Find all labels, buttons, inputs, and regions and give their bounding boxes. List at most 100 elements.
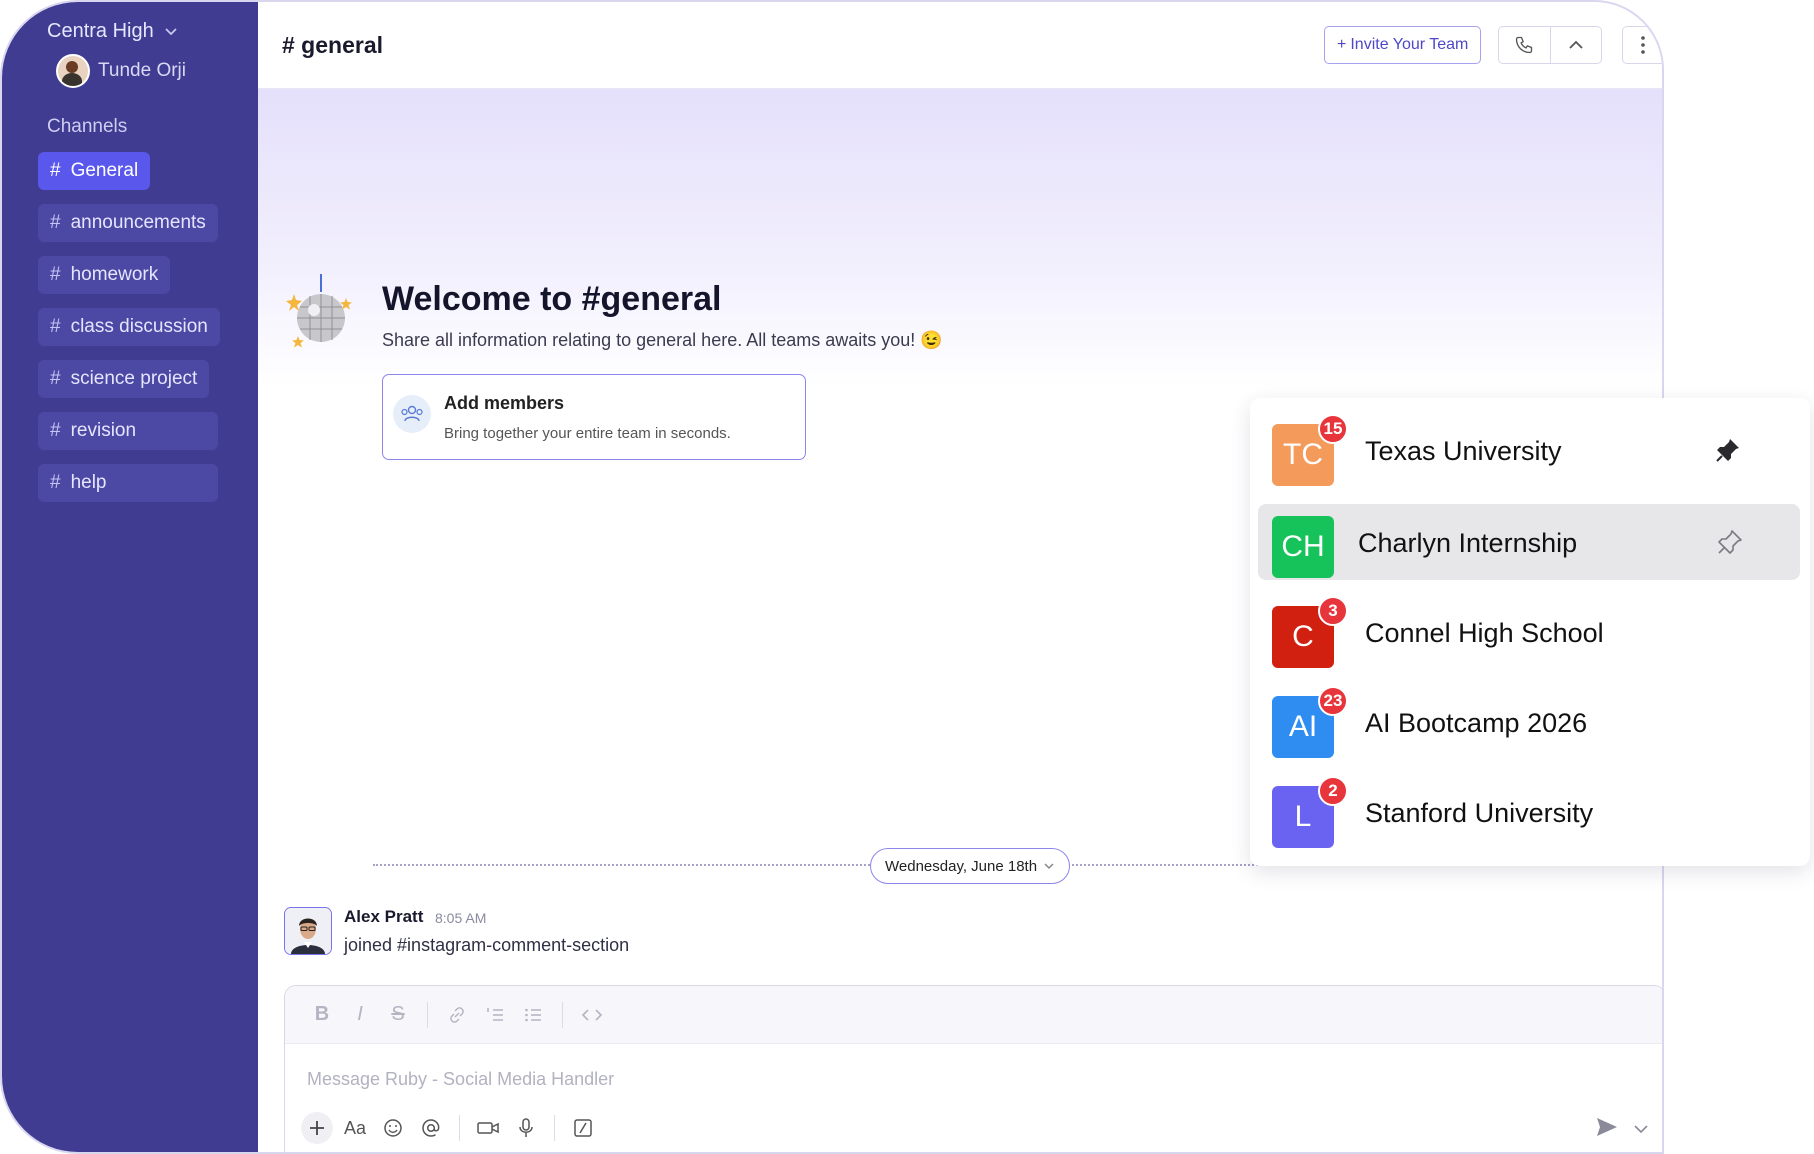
channel-help[interactable]: # help [38,464,218,502]
microphone-button[interactable] [510,1112,542,1144]
team-name: Connel High School [1365,618,1604,648]
header-actions [1498,26,1602,64]
call-button[interactable] [1499,27,1550,63]
send-area [1595,1116,1649,1143]
composer-actions: Aa [301,1112,599,1144]
message-input[interactable] [305,1064,1645,1094]
smile-icon [384,1119,402,1137]
message-author[interactable]: Alex Pratt [344,907,423,927]
channel-label: revision [70,420,137,441]
numbered-list-icon[interactable] [480,1000,510,1030]
hash-icon: # [50,420,61,441]
toolbar-divider [562,1001,563,1028]
microphone-icon [519,1118,533,1137]
team-name: Stanford University [1365,798,1594,828]
hash-icon: # [50,472,61,493]
bold-icon[interactable]: B [307,1000,337,1030]
send-button[interactable] [1595,1116,1619,1143]
team-name: AI Bootcamp 2026 [1365,708,1588,738]
team-item[interactable]: AI 23 AI Bootcamp 2026 [1258,684,1800,760]
chevron-down-icon [165,27,177,35]
message-composer: B I S Message Ruby - Social Media Handle… [284,985,1662,1152]
hash-icon: # [50,160,61,181]
code-icon[interactable] [577,1000,607,1030]
sidebar: Centra High Tunde Orji Channels # Genera… [2,2,258,1152]
chevron-down-icon [1044,863,1054,870]
phone-icon [1516,36,1533,54]
more-vertical-icon [1640,36,1645,54]
channel-class-discussion[interactable]: # class discussion [38,308,220,346]
channel-homework[interactable]: # homework [38,256,171,294]
add-members-desc: Bring together your entire team in secon… [444,425,731,442]
collapse-button[interactable] [1549,27,1602,63]
add-members-card[interactable]: Add members Bring together your entire t… [382,374,806,460]
toolbar-divider [427,1001,428,1028]
hash-icon: # [50,316,61,337]
strikethrough-icon[interactable]: S [383,1000,413,1030]
chevron-up-icon [1569,40,1583,49]
invite-team-button[interactable]: + Invite Your Team [1324,26,1482,64]
team-name: Charlyn Internship [1358,528,1578,558]
team-item[interactable]: L 2 Stanford University [1258,774,1800,850]
add-members-title: Add members [444,393,565,413]
channel-general[interactable]: # General [38,152,151,190]
team-item[interactable]: C 3 Connel High School [1258,594,1800,670]
team-switcher-popup: TC 15 Texas University CH Charlyn Intern… [1250,398,1810,866]
link-icon[interactable] [442,1000,472,1030]
invite-label: Invite Your Team [1350,36,1469,53]
hash-icon: # [50,368,61,389]
send-options-button[interactable] [1633,1121,1649,1139]
message-avatar[interactable] [284,907,332,955]
at-icon [422,1119,440,1137]
unread-badge: 15 [1318,414,1348,444]
unread-badge: 2 [1318,776,1348,806]
emoji-button[interactable] [377,1112,409,1144]
channel-label: science project [70,368,198,389]
message-time: 8:05 AM [435,910,487,926]
bullet-list-icon[interactable] [518,1000,548,1030]
user-avatar [56,54,90,88]
channel-announcements[interactable]: # announcements [38,204,218,242]
plus-icon [310,1121,324,1135]
channel-science-project[interactable]: # science project [38,360,210,398]
channels-section-label: Channels [47,116,128,137]
pin-outline-icon[interactable] [1716,528,1744,556]
channel-label: class discussion [70,316,208,337]
unread-badge: 3 [1318,596,1348,626]
workspace-name: Centra High [47,20,154,42]
chevron-down-icon [1634,1124,1648,1133]
composer-divider [554,1115,555,1141]
unread-badge: 23 [1318,686,1348,716]
date-label: Wednesday, June 18th [885,857,1038,875]
composer-divider [459,1115,460,1141]
team-item-selected[interactable]: CH Charlyn Internship [1258,504,1800,580]
add-attachment-button[interactable] [301,1112,333,1144]
video-camera-icon [477,1122,499,1134]
team-item[interactable]: TC 15 Texas University [1258,412,1800,488]
channel-title: # general [282,32,383,58]
send-icon [1597,1118,1617,1136]
user-name: Tunde Orji [98,60,186,81]
channel-revision[interactable]: # revision [38,412,218,450]
italic-icon[interactable]: I [345,1000,375,1030]
text-format-button[interactable]: Aa [339,1112,371,1144]
current-user[interactable]: Tunde Orji [56,54,186,88]
formatting-toolbar: B I S [285,986,1662,1044]
pin-icon[interactable] [1714,436,1742,464]
hash-icon: # [50,212,61,233]
hash-icon: # [50,264,61,285]
workspace-switcher[interactable]: Centra High [47,20,178,43]
welcome-subtitle: Share all information relating to genera… [382,330,943,350]
slash-command-icon [574,1119,592,1137]
date-divider-pill[interactable]: Wednesday, June 18th [870,848,1071,884]
mention-button[interactable] [415,1112,447,1144]
message-text: joined #instagram-comment-section [344,935,630,955]
video-button[interactable] [472,1112,504,1144]
channel-label: help [70,472,107,493]
channel-header: # general + Invite Your Team [258,2,1662,89]
slash-command-button[interactable] [567,1112,599,1144]
person-avatar-icon [285,908,331,954]
channel-label: General [70,160,139,181]
channel-label: homework [70,264,159,285]
more-options-button[interactable] [1622,26,1662,64]
